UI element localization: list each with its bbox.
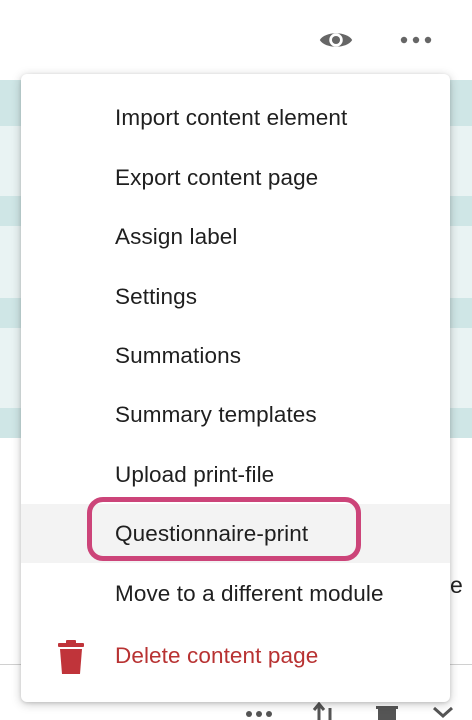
eye-icon[interactable] (318, 22, 354, 58)
menu-item-summary-templates[interactable]: Summary templates (21, 385, 450, 444)
menu-item-move-to-different-module[interactable]: Move to a different module (21, 564, 450, 623)
trash-icon (57, 640, 85, 679)
menu-item-label: Assign label (115, 223, 238, 249)
context-menu: Import content element Export content pa… (21, 74, 450, 702)
menu-item-export-content-page[interactable]: Export content page (21, 148, 450, 207)
sort-icon[interactable] (310, 700, 340, 720)
menu-item-delete-content-page[interactable]: Delete content page (21, 626, 450, 685)
menu-item-settings[interactable]: Settings (21, 267, 450, 326)
more-horizontal-icon[interactable] (244, 700, 274, 720)
menu-item-assign-label[interactable]: Assign label (21, 207, 450, 266)
menu-item-label: Export content page (115, 164, 319, 190)
menu-item-import-content-element[interactable]: Import content element (21, 88, 450, 147)
top-toolbar (0, 0, 472, 80)
chevron-down-icon[interactable] (428, 700, 458, 720)
menu-item-label: Move to a different module (115, 580, 384, 606)
menu-item-summations[interactable]: Summations (21, 326, 450, 385)
menu-item-label: Delete content page (115, 642, 319, 668)
menu-item-label: Import content element (115, 104, 348, 130)
menu-item-label: Summations (115, 342, 242, 368)
background-text: e (450, 572, 463, 598)
trash-icon[interactable] (372, 700, 402, 720)
menu-item-label: Summary templates (115, 401, 317, 427)
screen: e Import content element Export content … (0, 0, 472, 720)
menu-item-upload-print-file[interactable]: Upload print-file (21, 445, 450, 504)
menu-item-label: Settings (115, 283, 198, 309)
highlight-ring (87, 497, 361, 561)
menu-item-questionnaire-print[interactable]: Questionnaire-print (21, 497, 450, 563)
more-horizontal-icon[interactable] (398, 22, 434, 58)
menu-item-label: Upload print-file (115, 461, 275, 487)
